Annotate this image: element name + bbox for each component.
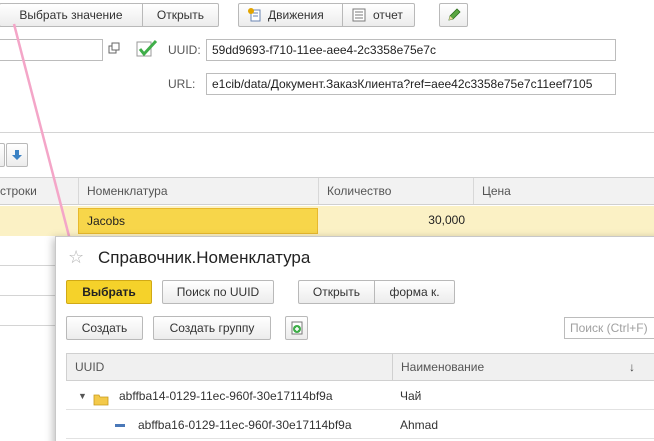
uuid-cell: abffba14-0129-11ec-960f-30e17114bf9a [119,389,333,403]
search-input[interactable]: Поиск (Ctrl+F) [564,317,654,339]
form-button[interactable]: форма к. [375,280,455,304]
expand-triangle-icon[interactable]: ▼ [78,382,88,410]
create-group-button[interactable]: Создать группу [153,316,271,340]
table-row[interactable]: ▼ abffba14-0129-11ec-960f-30e17114bf9a Ч… [66,382,654,410]
popup-open-button[interactable]: Открыть [298,280,375,304]
popup-title: Справочник.Номенклатура [98,248,311,267]
add-button[interactable] [285,316,308,340]
select-button[interactable]: Выбрать [66,280,152,304]
popup-table-header: UUID Наименование ↓ [66,353,654,381]
col-separator [392,354,393,380]
table-row[interactable]: abffba16-0129-11ec-960f-30e17114bf9a Ahm… [66,411,654,439]
item-icon [115,424,125,427]
folder-icon [93,388,109,406]
sort-desc-icon[interactable]: ↓ [629,354,635,380]
search-uuid-button[interactable]: Поиск по UUID [162,280,274,304]
col-name[interactable]: Наименование [401,354,484,380]
nomenclature-popup: ☆ Справочник.Номенклатура Выбрать Поиск … [55,236,654,441]
col-uuid[interactable]: UUID [75,354,104,380]
uuid-cell: abffba16-0129-11ec-960f-30e17114bf9a [138,418,352,432]
name-cell: Чай [400,389,422,403]
open-form-group: Открыть форма к. [298,280,455,304]
name-cell: Ahmad [400,418,439,432]
create-button[interactable]: Создать [66,316,143,340]
add-document-icon [291,321,302,335]
star-icon[interactable]: ☆ [68,247,84,267]
